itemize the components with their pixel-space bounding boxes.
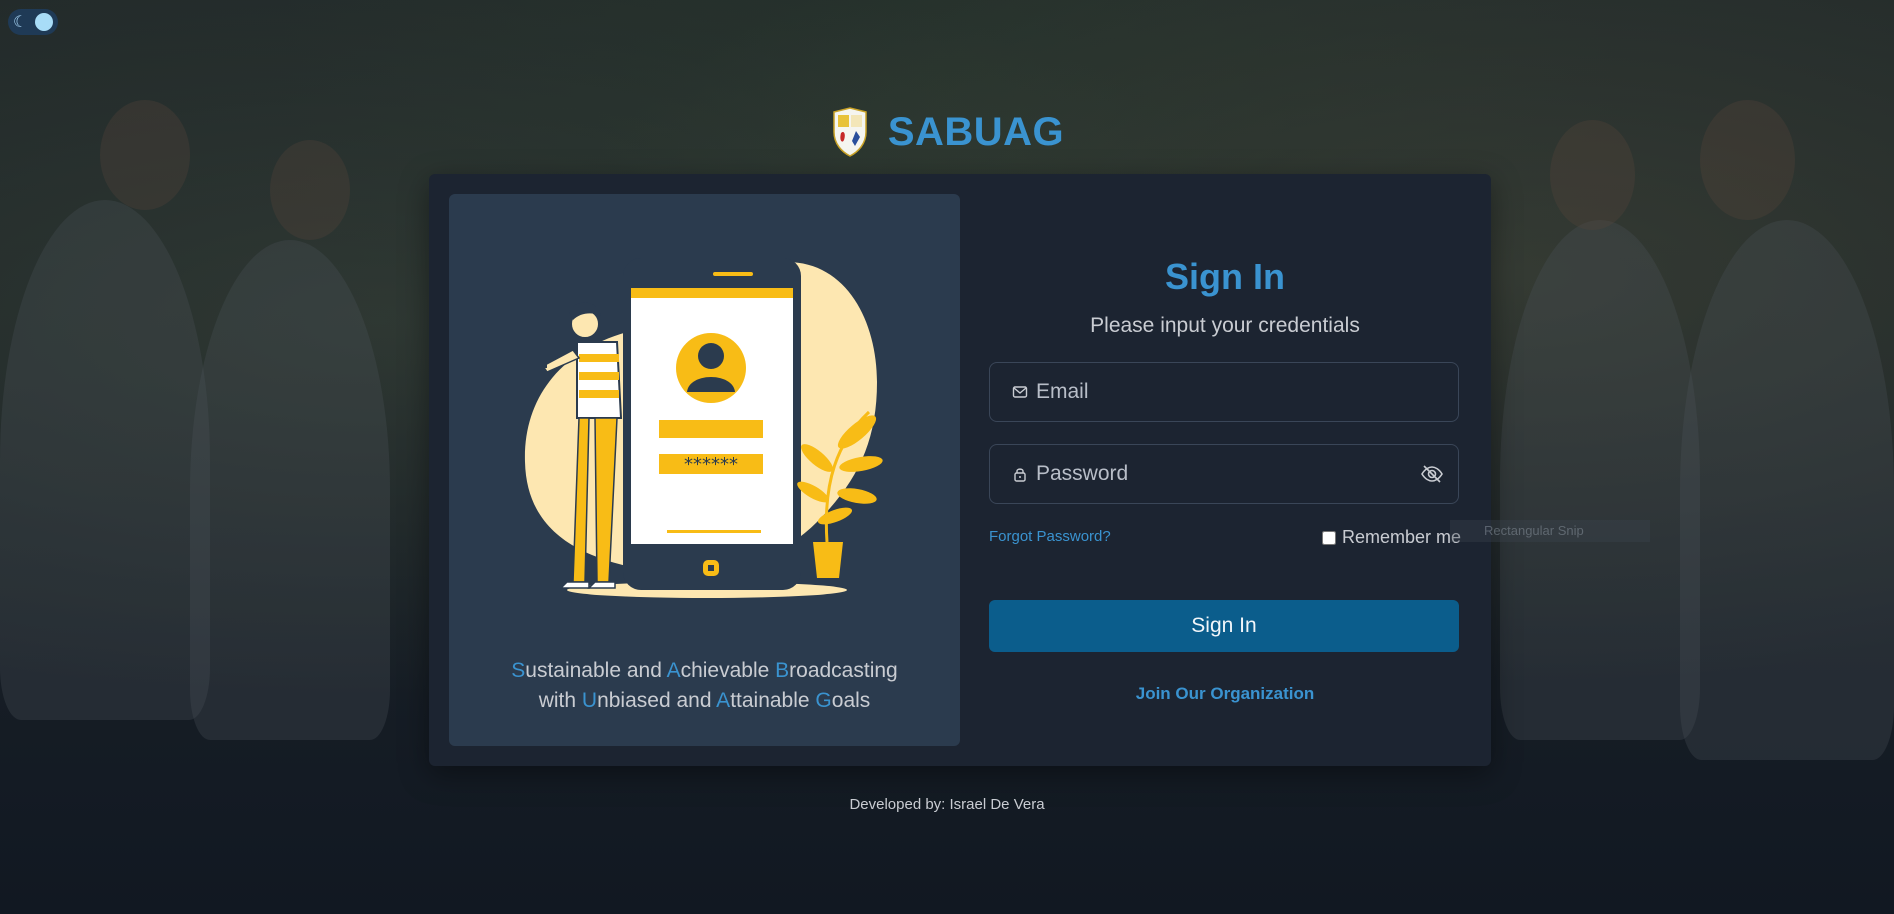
snip-tooltip: Rectangular Snip [1450,520,1650,542]
forgot-password-link[interactable]: Forgot Password? [989,528,1111,545]
tagline: Sustainable and Achievable Broadcasting … [449,656,960,716]
signin-form: Sign In Please input your credentials Fo… [989,194,1461,746]
person-shoe [559,581,590,589]
phone-screen [631,288,793,544]
toggle-knob [35,13,53,31]
eye-slash-icon[interactable] [1420,462,1444,486]
email-input[interactable] [1034,379,1444,405]
mail-icon [1012,386,1028,398]
tagline-line-1: Sustainable and Achievable Broadcasting [449,656,960,686]
tagline-word: nbiased and [597,689,717,712]
lock-icon [1014,468,1026,482]
password-field[interactable] [989,444,1459,504]
sign-in-button[interactable]: Sign In [989,600,1459,652]
login-card: ****** Sustainable and Achievable Broadc… [429,174,1491,766]
tagline-word: with [538,689,582,712]
tagline-word: oals [831,689,871,712]
remember-me-label: Remember me [1341,527,1461,547]
screen-header-bar [631,288,793,298]
plant-pot [813,542,843,578]
remember-me-checkbox[interactable] [1321,530,1336,545]
shirt-stripe [579,390,619,398]
background-figure [1680,220,1894,760]
theme-toggle[interactable]: ☾ [8,9,58,35]
person-shoe [587,581,616,589]
join-organization-link[interactable]: Join Our Organization [989,684,1461,704]
username-field-bar [659,420,763,438]
tagline-initial: S [511,659,526,682]
shirt-stripe [579,372,619,380]
form-subtitle: Please input your credentials [1090,314,1360,337]
remember-me[interactable]: Remember me [1321,527,1461,548]
form-title: Sign In [1165,256,1285,297]
tagline-initial: U [581,689,598,712]
brand-title: SABUAG [887,109,1065,154]
tagline-word: roadcasting [789,659,898,682]
avatar-head [698,343,724,369]
brand-header: SABUAG [0,106,1894,158]
illustration-panel: ****** Sustainable and Achievable Broadc… [449,194,960,746]
phone-login-illustration: ****** [524,258,883,598]
tagline-initial: B [775,659,790,682]
phone-speaker [713,272,753,276]
tagline-initial: G [815,689,832,712]
background-figure [190,240,390,740]
background-figure [1500,220,1700,740]
password-mask-text: ****** [684,454,738,475]
tagline-word: chievable [680,659,776,682]
shield-logo-icon [833,107,867,157]
background-figure [0,200,210,720]
developer-credit: Developed by: Israel De Vera [849,796,1045,813]
handheld-phone [535,360,547,368]
home-button-inner [708,565,714,571]
tagline-word: ustainable and [525,659,667,682]
tagline-initial: A [716,689,731,712]
password-input[interactable] [1034,461,1420,487]
moon-icon: ☾ [13,12,28,31]
tagline-line-2: with Unbiased and Attainable Goals [449,686,960,716]
screen-footer-line [667,530,761,533]
tagline-initial: A [666,659,681,682]
email-field[interactable] [989,362,1459,422]
tagline-word: ttainable [730,689,816,712]
shirt-stripe [579,354,619,362]
